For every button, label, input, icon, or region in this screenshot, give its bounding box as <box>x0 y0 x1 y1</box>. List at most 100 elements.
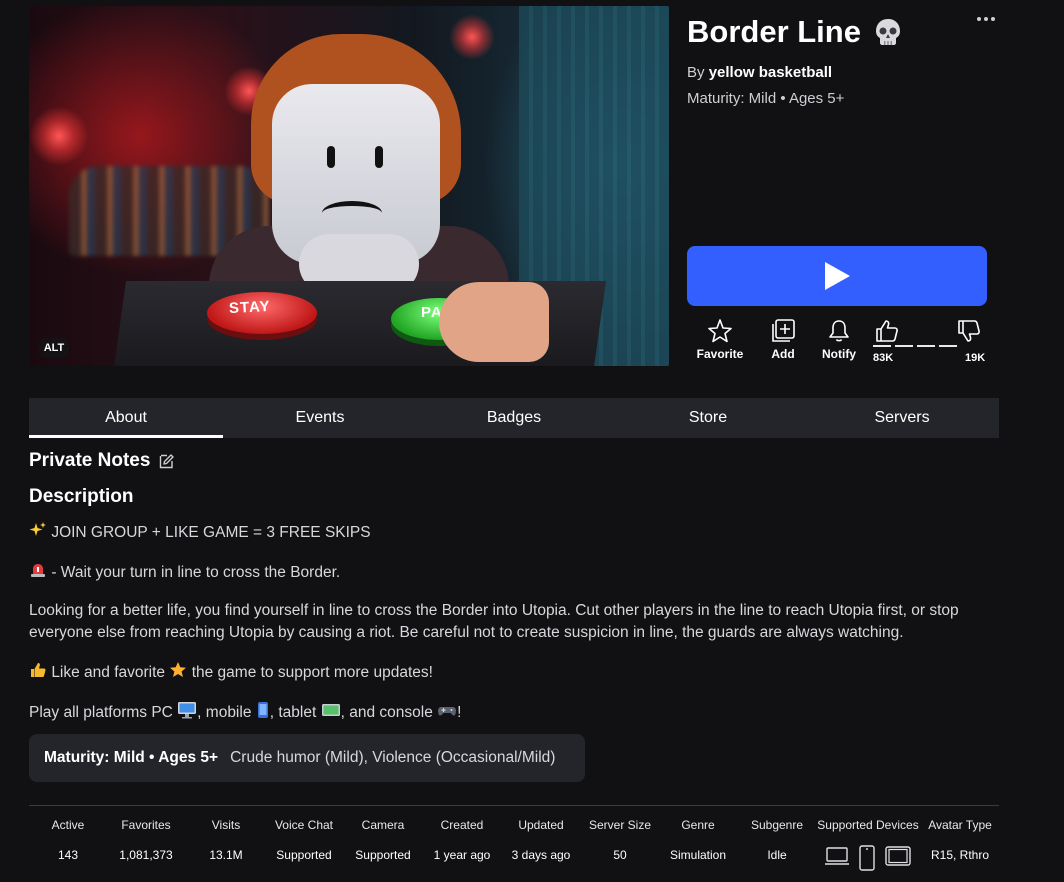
stat-value: 1,081,373 <box>119 848 173 862</box>
computer-icon <box>825 847 849 865</box>
add-icon <box>772 319 795 342</box>
stat-label: Subgenre <box>750 818 804 832</box>
description-line-5e-text: ! <box>457 704 462 721</box>
stat-label: Updated <box>518 818 564 832</box>
maturity-line: Maturity: Mild • Ages 5+ <box>687 90 845 107</box>
stat-supported-devices: Supported Devices <box>815 818 921 871</box>
tab-bar: About Events Badges Store Servers <box>29 398 999 438</box>
add-label: Add <box>771 347 795 361</box>
description-line-5c-text: , tablet <box>269 704 317 721</box>
thumbs-down-icon <box>958 320 980 342</box>
mobile-phone-icon <box>257 702 268 718</box>
description-line-1-text: JOIN GROUP + LIKE GAME = 3 FREE SKIPS <box>51 524 371 541</box>
creator-line: By yellow basketball <box>687 64 832 81</box>
action-row: Favorite Add Notify 83K 19K <box>687 318 987 368</box>
description-line-5: Play all platforms PC , mobile , tablet … <box>29 701 1019 724</box>
thumbnail-light <box>29 106 89 166</box>
game-thumbnail[interactable]: STAY PA <box>29 6 669 366</box>
stat-value: 143 <box>57 848 79 862</box>
play-icon <box>825 262 850 290</box>
stat-created: Created 1 year ago <box>425 818 499 862</box>
phone-icon <box>859 845 875 871</box>
stat-label: Active <box>51 818 85 832</box>
stat-label: Visits <box>211 818 241 832</box>
stat-label: Server Size <box>588 818 652 832</box>
tablet-device-icon <box>885 846 911 866</box>
stat-value: 13.1M <box>209 848 243 862</box>
game-title: Border Line <box>687 14 903 50</box>
device-icons <box>815 845 921 871</box>
star-emoji-icon <box>170 662 187 677</box>
notify-label: Notify <box>822 347 856 361</box>
stat-label: Supported Devices <box>817 818 919 832</box>
thumbs-up-icon <box>876 320 898 342</box>
description-line-4: Like and favorite the game to support mo… <box>29 661 1019 684</box>
thumbs-up-emoji-icon <box>31 663 46 677</box>
upvote-count: 83K <box>873 352 894 364</box>
game-title-text: Border Line <box>687 14 861 49</box>
stat-value: R15, Rthro <box>930 848 990 862</box>
private-notes-label: Private Notes <box>29 450 151 471</box>
thumbnail-eye <box>327 146 335 168</box>
more-options-icon[interactable] <box>975 14 997 26</box>
sparkles-icon <box>29 522 46 536</box>
private-notes-heading: Private Notes <box>29 450 175 472</box>
stat-label: Favorites <box>121 818 171 832</box>
maturity-box-descriptors: Crude humor (Mild), Violence (Occasional… <box>230 749 556 766</box>
tab-about[interactable]: About <box>29 398 223 438</box>
tab-badges[interactable]: Badges <box>417 398 611 438</box>
description-line-3: Looking for a better life, you find your… <box>29 602 959 641</box>
stat-value: Supported <box>276 848 332 862</box>
tab-servers[interactable]: Servers <box>805 398 999 438</box>
play-button[interactable] <box>687 246 987 306</box>
description-line-2-text: - Wait your turn in line to cross the Bo… <box>51 564 341 581</box>
creator-link[interactable]: yellow basketball <box>709 64 832 81</box>
stat-value: Supported <box>355 848 411 862</box>
stat-server-size: Server Size 50 <box>583 818 657 862</box>
stat-label: Created <box>440 818 484 832</box>
game-controller-icon <box>438 707 457 716</box>
stat-active: Active 143 <box>43 818 93 862</box>
stat-voice-chat: Voice Chat Supported <box>267 818 341 862</box>
stat-value: Idle <box>767 848 787 862</box>
tab-events[interactable]: Events <box>223 398 417 438</box>
thumbnail-stay-label: STAY <box>228 297 271 318</box>
stats-divider <box>29 805 999 806</box>
description-heading: Description <box>29 486 134 507</box>
downvote-button[interactable] <box>949 318 989 347</box>
description-line-4b-text: the game to support more updates! <box>191 664 433 681</box>
thumbnail-mouth <box>322 201 382 225</box>
description-line-5d-text: , and console <box>340 704 433 721</box>
stat-value: Simulation <box>669 848 727 862</box>
description-line-5b-text: , mobile <box>197 704 252 721</box>
stat-label: Avatar Type <box>928 818 992 832</box>
description-line-2: - Wait your turn in line to cross the Bo… <box>29 561 1019 584</box>
thumbnail-light <box>449 14 495 60</box>
stat-value: 1 year ago <box>433 848 491 862</box>
stat-subgenre: Subgenre Idle <box>745 818 809 862</box>
maturity-info-box[interactable]: Maturity: Mild • Ages 5+ Crude humor (Mi… <box>29 734 585 782</box>
stat-favorites: Favorites 1,081,373 <box>111 818 181 862</box>
thumbnail-hand <box>439 282 549 362</box>
edit-icon[interactable] <box>158 453 175 470</box>
description-line-1: JOIN GROUP + LIKE GAME = 3 FREE SKIPS <box>29 521 1019 544</box>
stat-updated: Updated 3 days ago <box>503 818 579 862</box>
add-button[interactable]: Add <box>753 318 813 361</box>
tab-store[interactable]: Store <box>611 398 805 438</box>
stat-avatar-type: Avatar Type R15, Rthro <box>925 818 995 862</box>
by-prefix: By <box>687 64 705 81</box>
description-line-5a-text: Play all platforms PC <box>29 704 173 721</box>
notify-button[interactable]: Notify <box>809 318 869 361</box>
upvote-button[interactable] <box>867 318 907 347</box>
downvote-count: 19K <box>965 352 986 364</box>
siren-icon <box>31 564 45 577</box>
alt-text-badge[interactable]: ALT <box>39 338 69 358</box>
description-line-4a-text: Like and favorite <box>51 664 166 681</box>
stat-value: 3 days ago <box>511 848 571 862</box>
favorite-button[interactable]: Favorite <box>690 318 750 361</box>
favorite-label: Favorite <box>696 347 744 361</box>
tablet-icon <box>321 704 340 716</box>
stat-label: Genre <box>681 818 715 832</box>
stat-value: 50 <box>613 848 627 862</box>
vote-ratio-bar <box>873 345 959 347</box>
